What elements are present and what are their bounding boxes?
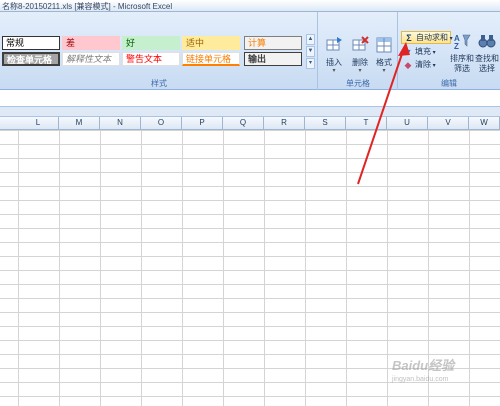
styles-group: 常规 差 好 适中 计算 检查单元格 解释性文本 警告文本 链接单元格 输出 ▲… [0,12,318,90]
fill-dropdown-icon: ▾ [431,50,436,56]
sort-filter-label-1: 排序和 [450,54,474,63]
sigma-icon: Σ [406,32,412,43]
ribbon: 常规 差 好 适中 计算 检查单元格 解释性文本 警告文本 链接单元格 输出 ▲… [0,12,500,90]
column-header-n[interactable]: N [100,117,141,130]
cells-group-label: 单元格 [346,79,370,88]
style-explanatory-text[interactable]: 解释性文本 [62,52,120,66]
fill-down-icon: ▼ [403,46,413,57]
insert-button[interactable]: 插入 ▾ [322,36,346,75]
column-header-l[interactable]: L [18,117,59,130]
style-neutral[interactable]: 适中 [182,36,240,50]
title-bar: 名称8-20150211.xls [兼容模式] - Microsoft Exce… [0,0,500,12]
column-header-u[interactable]: U [387,117,428,130]
formula-bar-area[interactable] [0,91,500,107]
svg-text:Z: Z [454,42,459,50]
styles-gallery-scroll: ▲ ▼ ▾ [306,34,316,70]
delete-dropdown-icon: ▾ [358,68,362,74]
format-cells-icon [376,37,392,53]
sort-filter-label-2: 筛选 [454,64,470,73]
watermark-logo: Baidu经验 jingyan.baidu.com [392,355,492,395]
window-title: 名称8-20150211.xls [兼容模式] - Microsoft Exce… [2,2,173,11]
format-dropdown-icon: ▾ [382,68,386,74]
format-button[interactable]: 格式 ▾ [372,36,396,75]
delete-button[interactable]: 删除 ▾ [348,36,372,75]
sort-filter-button[interactable]: A Z 排序和 筛选 [450,32,474,74]
style-good[interactable]: 好 [122,36,180,50]
delete-cells-icon [352,36,369,51]
column-header-o[interactable]: O [141,117,182,130]
style-check-cell[interactable]: 检查单元格 [2,52,60,66]
gallery-down-icon[interactable]: ▼ [306,46,315,57]
find-select-label-1: 查找和 [475,54,499,63]
fill-button[interactable]: ▼ 填充 ▾ [401,46,436,59]
cells-group: 插入 ▾ 删除 ▾ 格式 ▾ 单元格 [318,12,398,90]
delete-label: 删除 [352,58,368,67]
column-header-v[interactable]: V [428,117,469,130]
sort-filter-icon: A Z [454,34,471,51]
gallery-up-icon[interactable]: ▲ [306,34,315,45]
insert-cells-icon [326,37,342,51]
watermark-brand: Baidu经验 [392,358,455,373]
editing-group: Σ 自动求和 ▾ ▼ 填充 ▾ ◆ 清除 ▾ A Z 排序和 筛选 查找和 选择… [398,12,500,90]
insert-dropdown-icon: ▾ [332,68,336,74]
column-header-s[interactable]: S [305,117,346,130]
style-calculation[interactable]: 计算 [244,36,302,50]
insert-label: 插入 [326,58,342,67]
editing-group-label: 编辑 [441,79,457,88]
column-header-t[interactable]: T [346,117,387,130]
column-header-p[interactable]: P [182,117,223,130]
fill-label: 填充 [415,47,431,56]
column-header-row: L M N O P Q R S T U V W [0,117,500,130]
style-output[interactable]: 输出 [244,52,302,66]
binoculars-icon [478,35,496,48]
clear-dropdown-icon: ▾ [431,63,436,69]
autosum-button[interactable]: Σ 自动求和 ▾ [401,31,453,44]
styles-group-label: 样式 [151,79,167,88]
style-linked-cell[interactable]: 链接单元格 [182,52,240,66]
style-normal[interactable]: 常规 [2,36,60,50]
column-header-r[interactable]: R [264,117,305,130]
gallery-more-icon[interactable]: ▾ [306,58,315,69]
format-label: 格式 [376,58,392,67]
column-header-m[interactable]: M [59,117,100,130]
clear-label: 清除 [415,60,431,69]
find-select-label-2: 选择 [479,64,495,73]
watermark-url: jingyan.baidu.com [392,376,449,383]
style-bad[interactable]: 差 [62,36,120,50]
find-select-button[interactable]: 查找和 选择 [475,32,499,74]
autosum-label: 自动求和 [416,33,448,42]
style-warning-text[interactable]: 警告文本 [122,52,180,66]
column-header-q[interactable]: Q [223,117,264,130]
eraser-icon: ◆ [404,59,412,70]
sheet-header-strip [0,107,500,117]
clear-button[interactable]: ◆ 清除 ▾ [401,59,436,72]
column-header-w[interactable]: W [469,117,500,130]
